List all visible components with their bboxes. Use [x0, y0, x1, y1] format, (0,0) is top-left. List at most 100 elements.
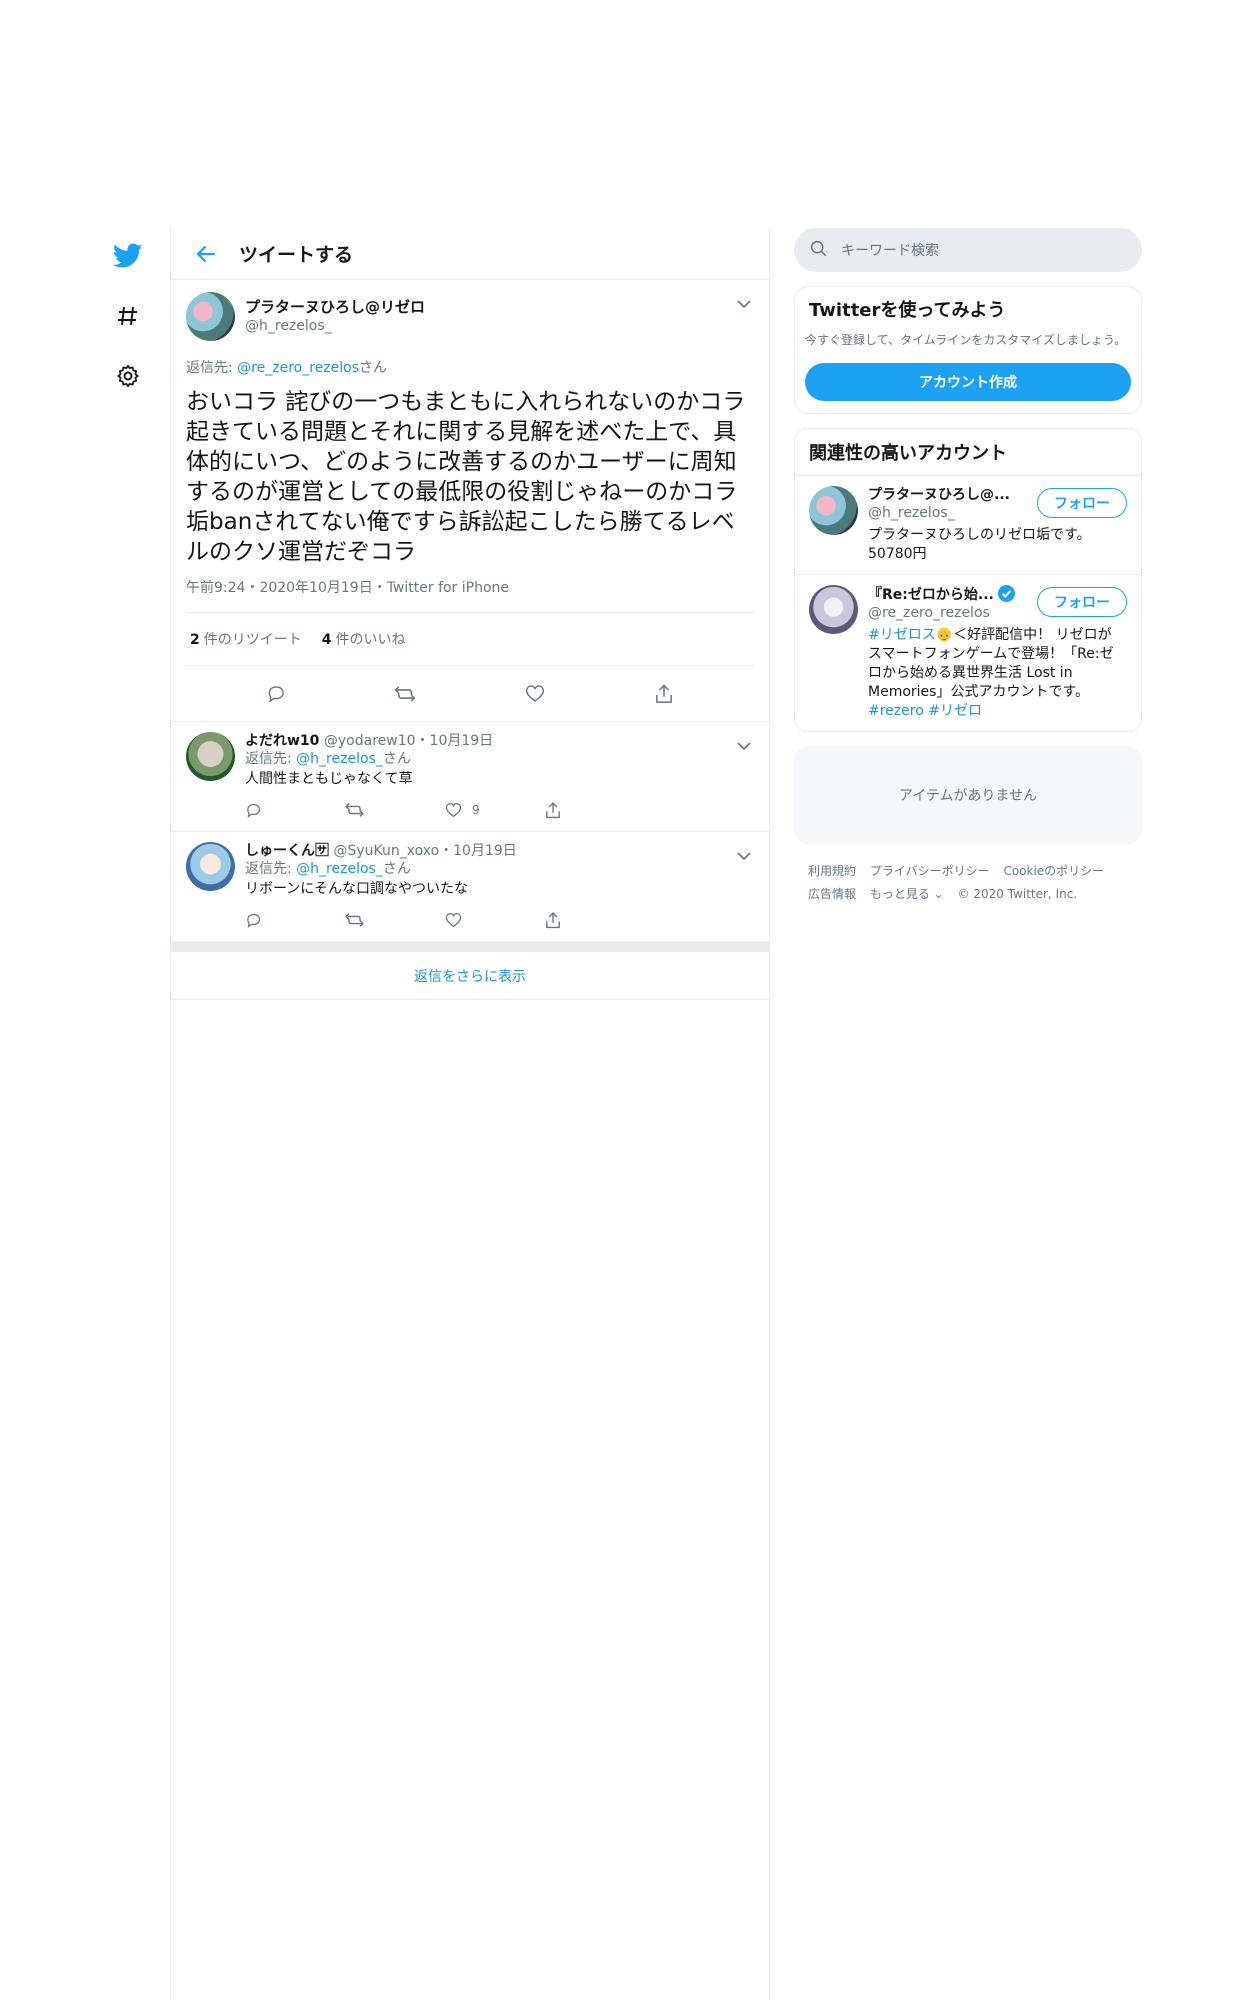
- reply-prefix: 返信先:: [245, 751, 297, 767]
- reply-icon[interactable]: [245, 905, 345, 935]
- reply-header: しゅーくん🈂 @SyuKun_xoxo・10月19日: [245, 842, 754, 860]
- reply-display-name[interactable]: しゅーくん🈂: [245, 843, 329, 859]
- share-icon[interactable]: [545, 795, 585, 825]
- main-tweet: プラターヌひろし@リゼロ @h_rezelos_ 返信先: @re_zero_r…: [171, 280, 769, 722]
- create-account-button[interactable]: アカウント作成: [805, 363, 1131, 401]
- chevron-down-icon[interactable]: [734, 294, 754, 314]
- more-link[interactable]: もっと見る ⌄: [870, 887, 944, 901]
- reply-to-line: 返信先: @h_rezelos_さん: [245, 860, 754, 879]
- avatar[interactable]: [186, 292, 235, 341]
- account-item[interactable]: 『Re:ゼロから始... @re_zero_rezelos #リゼロス👴＜好評配…: [795, 575, 1141, 731]
- reply-handle[interactable]: @yodarew10: [324, 733, 416, 749]
- tweet-actions: [171, 666, 769, 722]
- retweet-icon[interactable]: [345, 795, 445, 825]
- reply-suffix: さん: [382, 861, 411, 877]
- account-name-row: 『Re:ゼロから始...: [868, 585, 1018, 604]
- reply-actions: 9: [245, 795, 754, 825]
- search-icon: [810, 240, 827, 261]
- retweet-icon[interactable]: [345, 905, 445, 935]
- reply-suffix: さん: [382, 751, 411, 767]
- account-name[interactable]: プラターヌひろし@...: [868, 486, 1018, 504]
- show-more-replies-link[interactable]: 返信をさらに表示: [171, 952, 769, 1000]
- search-input[interactable]: キーワード検索: [794, 228, 1142, 272]
- avatar[interactable]: [809, 486, 858, 535]
- cookie-link[interactable]: Cookieのポリシー: [1003, 864, 1104, 878]
- account-bio: #リゼロス👴＜好評配信中！ リゼロがスマートフォンゲームで登場！「Re:ゼロから…: [868, 626, 1121, 721]
- account-item[interactable]: プラターヌひろし@... @h_rezelos_ プラターヌひろしのリゼロ垢です…: [795, 476, 1141, 575]
- retweets-stat[interactable]: 2 件のリツイート: [190, 629, 302, 649]
- signup-subtitle: 今すぐ登録して、タイムラインをカスタマイズしましょう。: [805, 333, 1127, 347]
- left-nav: [100, 228, 156, 408]
- signup-title: Twitterを使ってみよう: [809, 300, 1006, 321]
- main-header: ツイートする: [171, 228, 769, 280]
- terms-link[interactable]: 利用規約: [808, 864, 856, 878]
- retweet-icon[interactable]: [387, 676, 423, 712]
- avatar[interactable]: [809, 585, 858, 634]
- likes-count: 4: [321, 632, 332, 648]
- ads-info-link[interactable]: 広告情報: [808, 887, 856, 901]
- signup-card: Twitterを使ってみよう 今すぐ登録して、タイムラインをカスタマイズしましょ…: [794, 286, 1142, 414]
- back-arrow-icon[interactable]: [191, 239, 221, 269]
- heart-icon[interactable]: 9: [445, 795, 545, 825]
- reply-to-line: 返信先: @h_rezelos_さん: [245, 750, 754, 769]
- account-name[interactable]: 『Re:ゼロから始...: [868, 587, 994, 603]
- tweet-stats: 2 件のリツイート 4 件のいいね: [186, 613, 754, 666]
- reply-prefix: 返信先:: [186, 360, 238, 376]
- related-accounts-title: 関連性の高いアカウント: [795, 429, 1141, 476]
- likes-label: 件のいいね: [335, 632, 406, 648]
- follow-button[interactable]: フォロー: [1037, 488, 1127, 518]
- reply-icon[interactable]: [245, 795, 345, 825]
- reply-date[interactable]: ・10月19日: [416, 733, 494, 749]
- share-icon[interactable]: [545, 905, 585, 935]
- related-accounts-card: 関連性の高いアカウント プラターヌひろし@... @h_rezelos_ プラタ…: [794, 428, 1142, 732]
- main-column: ツイートする プラターヌひろし@リゼロ @h_rezelos_ 返信先: @re…: [170, 228, 770, 2000]
- share-icon[interactable]: [646, 676, 682, 712]
- gear-icon[interactable]: [100, 348, 156, 404]
- tweet-author: プラターヌひろし@リゼロ @h_rezelos_: [186, 292, 754, 341]
- footer-links: 利用規約 プライバシーポリシー Cookieのポリシー 広告情報 もっと見る ⌄…: [794, 860, 1142, 906]
- tweet-meta[interactable]: 午前9:24・2020年10月19日・Twitter for iPhone: [186, 577, 754, 613]
- right-sidebar: キーワード検索 Twitterを使ってみよう 今すぐ登録して、タイムラインをカス…: [794, 228, 1142, 906]
- reply-tweet[interactable]: よだれw10 @yodarew10・10月19日 返信先: @h_rezelos…: [171, 722, 769, 832]
- reply-actions: [245, 905, 754, 935]
- page-title: ツイートする: [239, 244, 354, 266]
- section-divider: [171, 942, 769, 952]
- heart-icon[interactable]: [517, 676, 553, 712]
- reply-icon[interactable]: [258, 676, 294, 712]
- account-bio: プラターヌひろしのリゼロ垢です。50780円: [868, 527, 1091, 562]
- retweets-label: 件のリツイート: [203, 632, 302, 648]
- reply-date[interactable]: ・10月19日: [439, 843, 517, 859]
- avatar[interactable]: [186, 842, 235, 891]
- author-handle[interactable]: @h_rezelos_: [245, 317, 425, 335]
- trends-empty-card: アイテムがありません: [794, 746, 1142, 844]
- reply-text: 人間性まともじゃなくて草: [245, 771, 413, 787]
- reply-header: よだれw10 @yodarew10・10月19日: [245, 732, 754, 750]
- reply-tweet[interactable]: しゅーくん🈂 @SyuKun_xoxo・10月19日 返信先: @h_rezel…: [171, 832, 769, 942]
- reply-display-name[interactable]: よだれw10: [245, 733, 319, 749]
- reply-to-link[interactable]: @h_rezelos_: [296, 861, 383, 877]
- reply-suffix: さん: [358, 360, 387, 376]
- privacy-link[interactable]: プライバシーポリシー: [870, 864, 990, 878]
- hashtag-icon[interactable]: [100, 288, 156, 344]
- copyright: © 2020 Twitter, Inc.: [957, 887, 1078, 901]
- reply-to-link[interactable]: @h_rezelos_: [296, 751, 383, 767]
- reply-handle[interactable]: @SyuKun_xoxo: [333, 843, 439, 859]
- verified-badge-icon: [997, 585, 1015, 602]
- search-placeholder: キーワード検索: [841, 243, 939, 259]
- follow-button[interactable]: フォロー: [1037, 587, 1127, 617]
- retweets-count: 2: [190, 632, 200, 648]
- author-display-name[interactable]: プラターヌひろし@リゼロ: [245, 298, 425, 317]
- likes-stat[interactable]: 4 件のいいね: [322, 629, 406, 649]
- twitter-logo-icon[interactable]: [100, 228, 156, 284]
- reply-to-link[interactable]: @re_zero_rezelos: [237, 360, 359, 376]
- reply-text: リボーンにそんな口調なやついたな: [245, 881, 469, 897]
- heart-icon[interactable]: [445, 905, 545, 935]
- chevron-down-icon[interactable]: [734, 736, 754, 756]
- bio-hashtag-link[interactable]: #リゼロス: [868, 627, 936, 643]
- like-count: 9: [472, 803, 480, 817]
- bio-hashtag-link[interactable]: #rezero #リゼロ: [868, 703, 982, 719]
- avatar[interactable]: [186, 732, 235, 781]
- chevron-down-icon[interactable]: [734, 846, 754, 866]
- reply-to-line: 返信先: @re_zero_rezelosさん: [186, 357, 754, 377]
- reply-prefix: 返信先:: [245, 861, 297, 877]
